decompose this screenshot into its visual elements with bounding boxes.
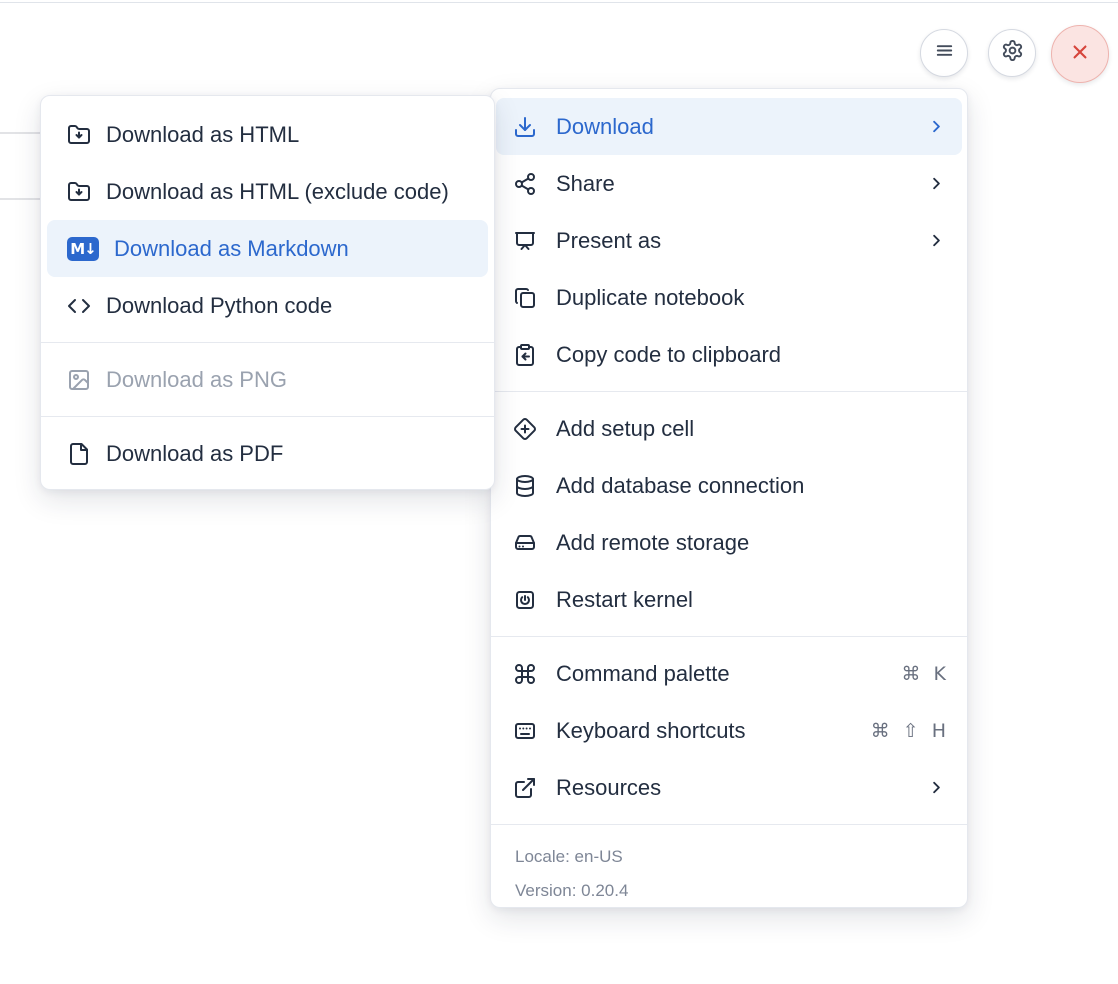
chevron-right-icon [927, 778, 946, 797]
menu-item-add-remote-storage[interactable]: Add remote storage [496, 514, 962, 571]
page-top-divider [0, 2, 1118, 3]
menu-separator [491, 391, 967, 392]
x-icon [1067, 39, 1093, 70]
copy-icon [513, 286, 537, 310]
menu-item-label: Share [556, 171, 615, 197]
menu-item-label: Download [556, 114, 654, 140]
code-icon [67, 294, 91, 318]
menu-item-download[interactable]: Download [496, 98, 962, 155]
keyboard-icon [513, 719, 537, 743]
presentation-icon [513, 229, 537, 253]
submenu-item-download-html[interactable]: Download as HTML [47, 106, 488, 163]
image-icon [67, 368, 91, 392]
submenu-item-label: Download as PDF [106, 441, 283, 467]
shortcut-hint: ⌘ ⇧ H [871, 720, 946, 742]
notebook-actions-menu: Download Share Present as Duplicate note… [490, 88, 968, 908]
menu-item-label: Copy code to clipboard [556, 342, 781, 368]
folder-down-icon [67, 123, 91, 147]
menu-item-label: Restart kernel [556, 587, 693, 613]
menu-item-label: Add setup cell [556, 416, 694, 442]
submenu-item-download-html-exclude-code[interactable]: Download as HTML (exclude code) [47, 163, 488, 220]
submenu-item-download-png[interactable]: Download as PNG [47, 351, 488, 408]
menu-item-label: Present as [556, 228, 661, 254]
share-icon [513, 172, 537, 196]
submenu-item-label: Download as Markdown [114, 236, 349, 262]
menu-item-label: Command palette [556, 661, 730, 687]
download-submenu: Download as HTML Download as HTML (exclu… [40, 95, 495, 490]
gear-icon [1001, 39, 1024, 67]
chevron-right-icon [927, 231, 946, 250]
page: { "toolbar": { "buttons": [ { "name": "n… [0, 0, 1118, 984]
folder-down-icon [67, 180, 91, 204]
menu-item-duplicate-notebook[interactable]: Duplicate notebook [496, 269, 962, 326]
external-link-icon [513, 776, 537, 800]
menu-footer: Locale: en-US Version: 0.20.4 [491, 833, 967, 918]
file-icon [67, 442, 91, 466]
chevron-right-icon [927, 117, 946, 136]
menu-separator [491, 824, 967, 825]
square-power-icon [513, 588, 537, 612]
menu-item-share[interactable]: Share [496, 155, 962, 212]
menu-item-label: Duplicate notebook [556, 285, 744, 311]
submenu-item-label: Download as HTML (exclude code) [106, 179, 449, 205]
menu-item-add-database-connection[interactable]: Add database connection [496, 457, 962, 514]
locale-text: Locale: en-US [491, 840, 967, 874]
settings-button[interactable] [988, 29, 1036, 77]
menu-item-keyboard-shortcuts[interactable]: Keyboard shortcuts ⌘ ⇧ H [496, 702, 962, 759]
submenu-item-download-pdf[interactable]: Download as PDF [47, 425, 488, 482]
menu-item-label: Add database connection [556, 473, 804, 499]
markdown-download-icon: M↓ [67, 237, 99, 261]
background-row-divider [0, 132, 41, 134]
menu-item-label: Keyboard shortcuts [556, 718, 746, 744]
chevron-right-icon [927, 174, 946, 193]
menu-item-restart-kernel[interactable]: Restart kernel [496, 571, 962, 628]
submenu-item-download-markdown[interactable]: M↓ Download as Markdown [47, 220, 488, 277]
shutdown-button[interactable] [1051, 25, 1109, 83]
command-icon [513, 662, 537, 686]
menu-item-copy-code[interactable]: Copy code to clipboard [496, 326, 962, 383]
menu-item-label: Resources [556, 775, 661, 801]
submenu-item-label: Download as PNG [106, 367, 287, 393]
submenu-separator [41, 342, 494, 343]
submenu-separator [41, 416, 494, 417]
menu-item-command-palette[interactable]: Command palette ⌘ K [496, 645, 962, 702]
menu-separator [491, 636, 967, 637]
submenu-item-label: Download as HTML [106, 122, 299, 148]
version-text: Version: 0.20.4 [491, 874, 967, 908]
clipboard-copy-icon [513, 343, 537, 367]
diamond-plus-icon [513, 417, 537, 441]
notebook-menu-button[interactable] [920, 29, 968, 77]
database-icon [513, 474, 537, 498]
submenu-item-download-python-code[interactable]: Download Python code [47, 277, 488, 334]
hard-drive-icon [513, 531, 537, 555]
download-icon [513, 115, 537, 139]
submenu-item-label: Download Python code [106, 293, 332, 319]
menu-item-present-as[interactable]: Present as [496, 212, 962, 269]
menu-item-resources[interactable]: Resources [496, 759, 962, 816]
shortcut-hint: ⌘ K [902, 663, 947, 685]
menu-item-add-setup-cell[interactable]: Add setup cell [496, 400, 962, 457]
background-row-divider [0, 198, 41, 200]
hamburger-icon [933, 39, 956, 67]
menu-item-label: Add remote storage [556, 530, 749, 556]
